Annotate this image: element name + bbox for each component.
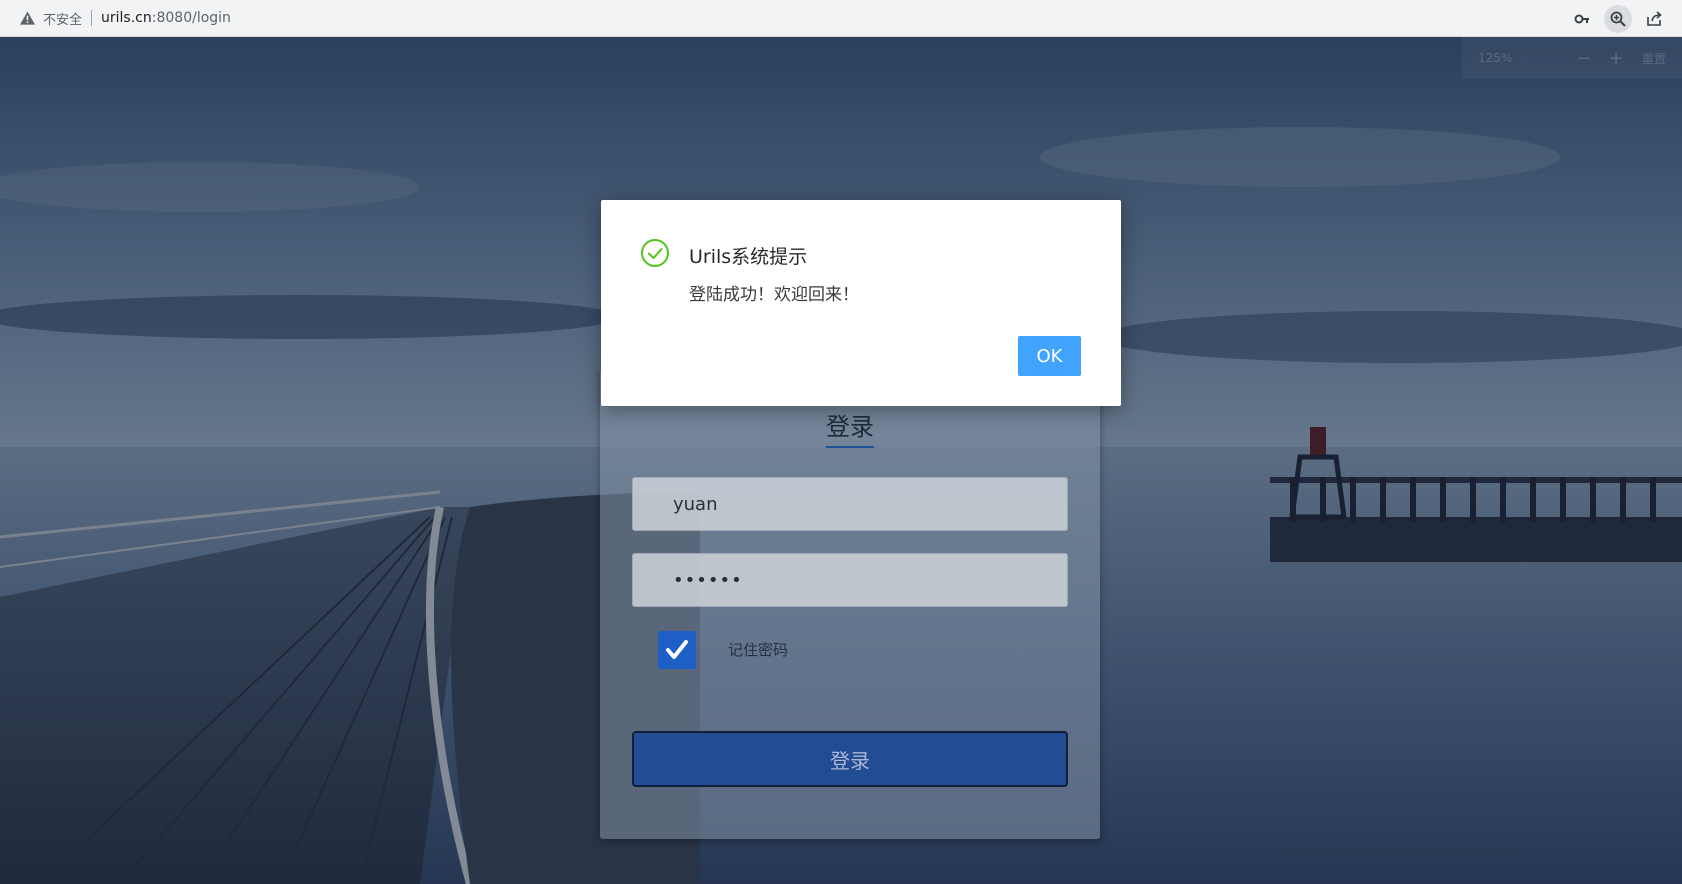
key-icon [1574,14,1589,23]
dialog-message: 登陆成功！欢迎回来！ [689,285,859,305]
url-path: :8080/login [151,10,231,26]
login-button[interactable]: 登录 [632,731,1068,787]
success-check-icon [641,239,669,267]
zoom-in-icon [1610,11,1626,27]
divider [91,10,93,26]
login-panel: 登录 yuan •••••• 记住密码 登录 [600,369,1100,839]
security-status[interactable]: 不安全 [43,9,82,28]
username-input[interactable]: yuan [632,477,1068,531]
zoom-button[interactable] [1604,4,1632,33]
address-bar-actions [1568,0,1668,37]
share-icon [1647,10,1662,26]
login-title-text: 登录 [826,407,874,448]
password-input[interactable]: •••••• [632,553,1068,607]
login-title: 登录 [600,407,1100,448]
checkmark-icon [666,640,688,659]
warning-icon[interactable] [20,11,35,25]
share-button[interactable] [1640,5,1668,33]
dialog-title: Urils系统提示 [689,246,808,268]
browser-address-bar: 不安全 urils.cn:8080/login [0,0,1682,37]
url-host: urils.cn [101,10,152,26]
remember-password-checkbox[interactable] [658,631,696,669]
alert-dialog: Urils系统提示 登陆成功！欢迎回来！ OK [601,200,1121,406]
password-key-button[interactable] [1568,5,1596,33]
background-scene: 125% − + 重置 登录 yuan •••••• 记住密码 登录 Urils… [0,37,1682,884]
remember-password-label[interactable]: 记住密码 [728,639,788,660]
url-field[interactable]: urils.cn:8080/login [101,10,231,26]
ok-button[interactable]: OK [1018,336,1081,376]
